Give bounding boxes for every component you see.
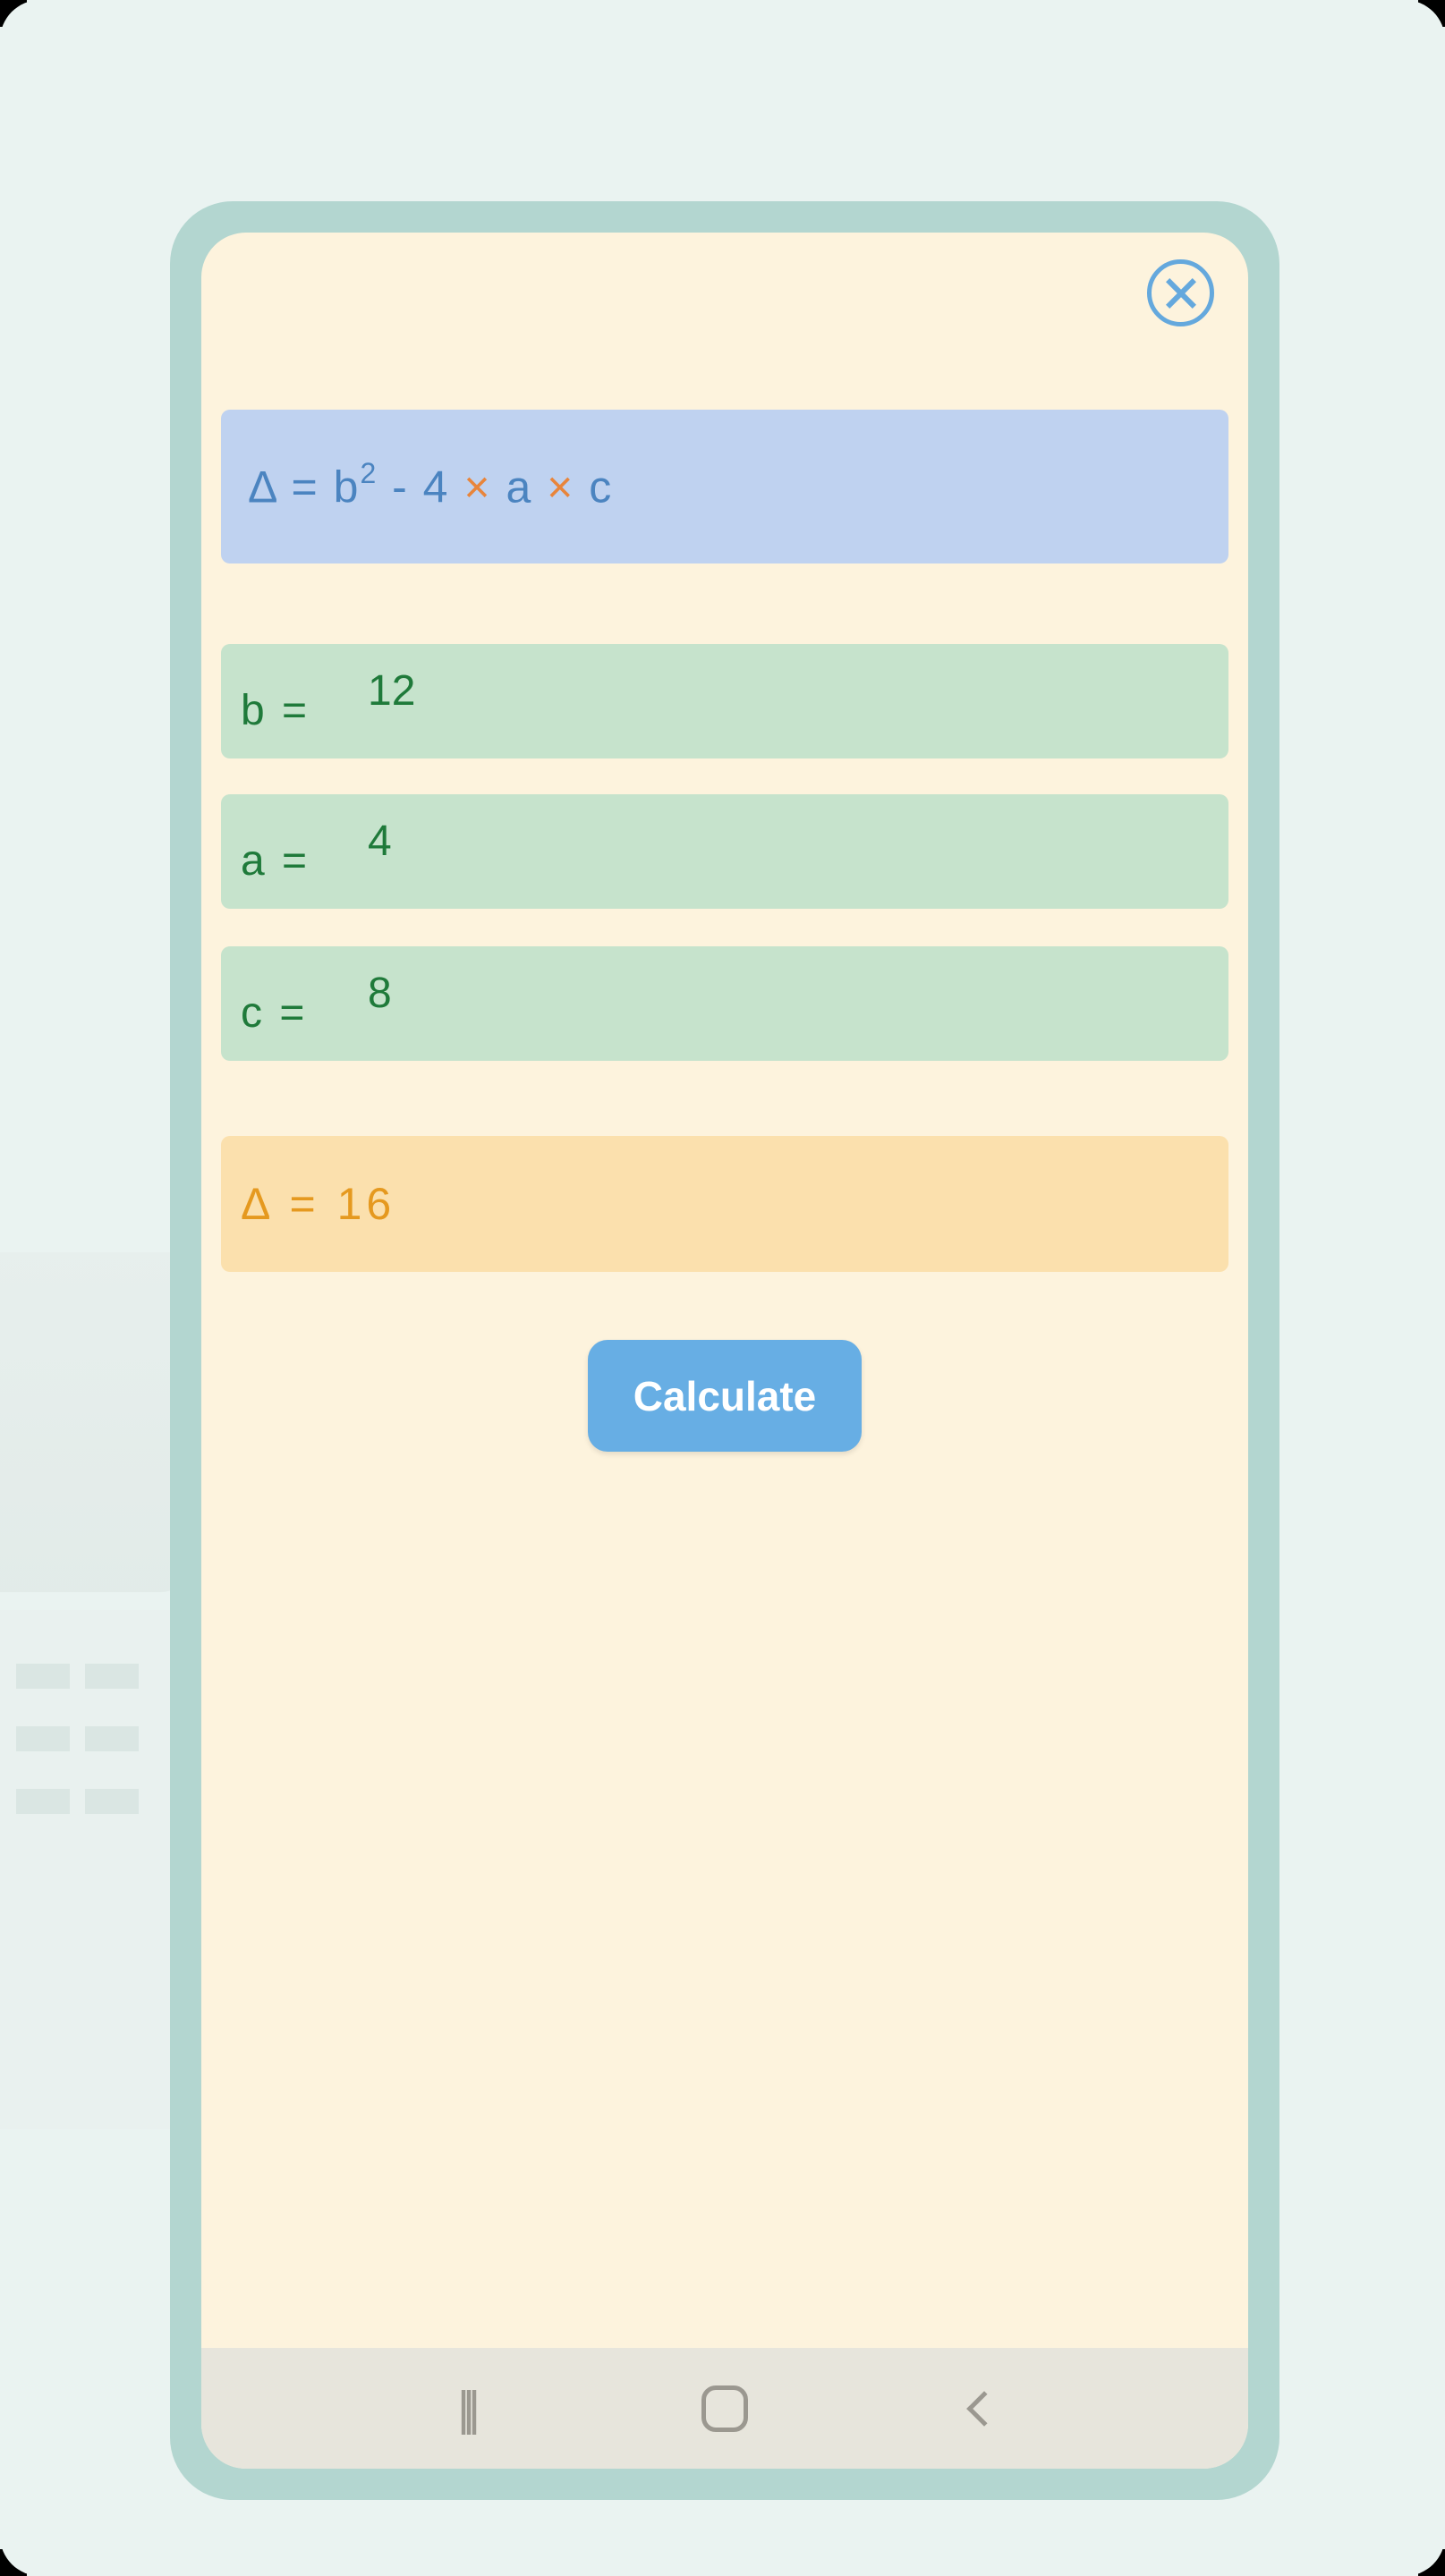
recents-icon: |||: [457, 2381, 473, 2436]
close-icon: [1162, 275, 1200, 312]
nav-recents-button[interactable]: |||: [429, 2373, 501, 2445]
home-icon: [701, 2385, 748, 2432]
input-field-a[interactable]: [368, 817, 1173, 887]
formula-text: Δ = b2 - 4 × a × c: [248, 461, 613, 513]
input-row-b: b =: [221, 644, 1228, 758]
nav-back-button[interactable]: [948, 2373, 1020, 2445]
android-nav-bar: |||: [201, 2348, 1248, 2469]
result-text: Δ = 16: [241, 1178, 395, 1230]
back-icon: [966, 2391, 1002, 2427]
input-label-a: a =: [241, 818, 357, 886]
input-label-c: c =: [241, 970, 357, 1038]
calculate-button[interactable]: Calculate: [588, 1340, 862, 1452]
input-field-b[interactable]: [368, 666, 1173, 737]
input-row-a: a =: [221, 794, 1228, 909]
input-field-c[interactable]: [368, 969, 1173, 1039]
nav-home-button[interactable]: [689, 2373, 761, 2445]
formula-display: Δ = b2 - 4 × a × c: [221, 410, 1228, 564]
input-label-b: b =: [241, 668, 357, 735]
input-row-c: c =: [221, 946, 1228, 1061]
close-button[interactable]: [1147, 259, 1214, 326]
page-background: Δ = b2 - 4 × a × c b = a = c = Δ = 16: [0, 0, 1445, 2576]
background-illustration: [0, 626, 174, 1431]
result-display: Δ = 16: [221, 1136, 1228, 1272]
app-screen: Δ = b2 - 4 × a × c b = a = c = Δ = 16: [201, 233, 1248, 2469]
phone-frame: Δ = b2 - 4 × a × c b = a = c = Δ = 16: [170, 201, 1279, 2500]
